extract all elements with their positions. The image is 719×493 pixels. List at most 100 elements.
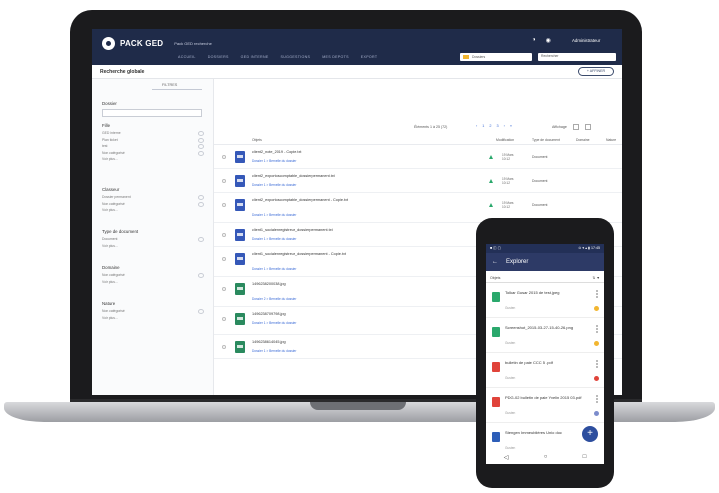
col-type[interactable]: Type de document xyxy=(532,138,560,142)
file-title[interactable]: client2_exportoscomptable_dossierpermane… xyxy=(252,198,410,203)
more-options-icon[interactable] xyxy=(596,395,598,397)
home-nav-icon[interactable]: ○ xyxy=(544,454,548,460)
scope-select[interactable]: Dossiers xyxy=(460,53,532,61)
phone-nav-bar: ◁ ○ □ xyxy=(486,450,604,464)
tab-filters[interactable]: FILTRES xyxy=(162,83,177,87)
brand[interactable]: PACK GED Pack GED recherche xyxy=(102,37,212,50)
file-icon xyxy=(235,151,245,163)
file-title[interactable]: client2_exportoscomptable_dossierpermane… xyxy=(252,174,410,179)
table-row[interactable]: client2_note_2019 - Copie.txt Dossier 1 … xyxy=(214,147,622,169)
nav-item-export[interactable]: EXPORT xyxy=(361,55,378,59)
nav-item-mes-depots[interactable]: MES DEPOTS xyxy=(322,55,349,59)
file-title[interactable]: 1496238200038.jpg xyxy=(252,282,410,287)
row-checkbox[interactable] xyxy=(222,317,226,321)
col-objets[interactable]: Objets xyxy=(252,138,262,142)
list-item[interactable]: Screenshot_2015-03-27-15-40-26.png Guste… xyxy=(486,319,604,353)
display-label[interactable]: Affichage xyxy=(552,125,567,129)
row-checkbox[interactable] xyxy=(222,155,226,159)
count-badge-icon xyxy=(198,144,204,149)
status-dot-icon xyxy=(594,411,599,416)
refine-button[interactable]: + AFFINER xyxy=(578,67,614,76)
row-checkbox[interactable] xyxy=(222,257,226,261)
list-item[interactable]: Tolkar Gusar 2015 de test.jpeg Gusten xyxy=(486,284,604,318)
nav-item-ged-interne[interactable]: GED INTERNE xyxy=(241,55,269,59)
dossier-field[interactable] xyxy=(102,109,202,117)
file-title[interactable]: 1496238614045.jpg xyxy=(252,340,410,345)
add-button[interactable]: + xyxy=(582,426,598,442)
more-options-icon[interactable] xyxy=(596,360,598,362)
list-view-icon[interactable] xyxy=(584,124,591,130)
col-domaine[interactable]: Domaine xyxy=(576,138,590,142)
file-path[interactable]: Dossier 1 > Bernelle du dossier xyxy=(252,349,296,353)
row-checkbox[interactable] xyxy=(222,203,226,207)
filter-more-link[interactable]: Voir plus... xyxy=(102,157,204,164)
page-next-button[interactable]: › xyxy=(504,124,505,128)
file-icon xyxy=(235,199,245,211)
file-path[interactable]: Dossier 1 > Bernelle du dossier xyxy=(252,237,296,241)
file-path[interactable]: Dossier 1 > Bernelle du dossier xyxy=(252,213,296,217)
back-nav-icon[interactable]: ◁ xyxy=(504,454,509,461)
row-checkbox[interactable] xyxy=(222,345,226,349)
grid-view-icon[interactable] xyxy=(572,124,579,130)
file-path[interactable]: Dossier 1 > Bernelle du dossier xyxy=(252,159,296,163)
file-path[interactable]: Dossier 2 > Bernelle du dossier xyxy=(252,297,296,301)
item-name: bulletin de paie CCC 5 .pdf xyxy=(505,360,553,365)
filter-more-link[interactable]: Voir plus... xyxy=(102,316,204,323)
recents-nav-icon[interactable]: □ xyxy=(583,454,587,460)
file-title[interactable]: client1_socialenregistreur_dossierperman… xyxy=(252,252,410,257)
table-row[interactable]: client2_exportoscomptable_dossierpermane… xyxy=(214,171,622,193)
back-arrow-icon[interactable]: ← xyxy=(492,259,498,265)
filter-more-link[interactable]: Voir plus... xyxy=(102,280,204,287)
filter-more-link[interactable]: Voir plus... xyxy=(102,244,204,251)
filter-group-type: Type de document Document Voir plus... xyxy=(102,229,204,250)
status-dot-icon xyxy=(594,341,599,346)
bell-icon[interactable]: ◑ xyxy=(532,37,536,44)
modified-date: 19 Mars 10:12 xyxy=(502,153,514,161)
page-title: Recherche globale xyxy=(100,69,145,75)
user-menu[interactable]: Administrateur xyxy=(572,38,600,43)
file-icon xyxy=(235,229,245,241)
phone-title: Explorer xyxy=(506,259,529,265)
list-item[interactable]: PDG-02 bulletin de paie Yvelin 2015 03.p… xyxy=(486,389,604,423)
image-file-icon xyxy=(235,313,245,325)
filter-group-nature: Nature Non catégorisé Voir plus... xyxy=(102,301,204,322)
col-modification[interactable]: Modification xyxy=(496,138,514,142)
file-path[interactable]: Dossier 1 > Bernelle du dossier xyxy=(252,183,296,187)
upload-icon xyxy=(489,203,493,207)
item-subtitle: Gusten xyxy=(505,376,516,380)
row-checkbox[interactable] xyxy=(222,287,226,291)
document-type: Document xyxy=(532,155,548,159)
filter-group-domaine: Domaine Non catégorisé Voir plus... xyxy=(102,265,204,286)
header-icons: ◑ ◉ xyxy=(532,37,551,44)
filter-group-classeur: Classeur Dossier permanent Non catégoris… xyxy=(102,187,204,215)
row-checkbox[interactable] xyxy=(222,179,226,183)
page-prev-button[interactable]: ‹ xyxy=(476,124,477,128)
search-input[interactable]: Rechercher xyxy=(538,53,616,61)
list-item[interactable]: bulletin de paie CCC 5 .pdf Gusten xyxy=(486,354,604,388)
nav-item-accueil[interactable]: ACCUEIL xyxy=(178,55,196,59)
filter-more-link[interactable]: Voir plus... xyxy=(102,208,204,215)
row-checkbox[interactable] xyxy=(222,233,226,237)
status-dot-icon xyxy=(594,306,599,311)
col-nature[interactable]: Nature xyxy=(606,138,616,142)
file-title[interactable]: 1496238709798.jpg xyxy=(252,312,410,317)
file-path[interactable]: Dossier 1 > Bernelle du dossier xyxy=(252,321,296,325)
phone-screen: ■ ◫ ▢ ⊙ ▾ ▴ ▮ 17:45 ← Explorer Objets ⇅ … xyxy=(486,244,604,450)
document-type: Document xyxy=(532,203,548,207)
page-1-button[interactable]: 1 xyxy=(482,124,484,128)
page-last-button[interactable]: » xyxy=(510,124,512,128)
file-title[interactable]: client2_note_2019 - Copie.txt xyxy=(252,150,410,155)
settings-icon[interactable]: ◉ xyxy=(546,37,551,44)
file-title[interactable]: client1_socialenregistreur_dossierperman… xyxy=(252,228,410,233)
more-options-icon[interactable] xyxy=(596,325,598,327)
nav-item-suggestions[interactable]: SUGGESTIONS xyxy=(281,55,311,59)
file-path[interactable]: Dossier 1 > Bernelle du dossier xyxy=(252,267,296,271)
item-subtitle: Gusten xyxy=(505,411,516,415)
sort-label[interactable]: Objets xyxy=(490,276,500,280)
more-options-icon[interactable] xyxy=(596,290,598,292)
page-2-button[interactable]: 2 xyxy=(489,124,491,128)
filter-icon[interactable]: ⇅ ▼ xyxy=(592,276,600,280)
page-3-button[interactable]: 3 xyxy=(497,124,499,128)
item-name: Stengen Immeublières Unio doc xyxy=(505,430,562,435)
nav-item-dossiers[interactable]: DOSSIERS xyxy=(208,55,229,59)
